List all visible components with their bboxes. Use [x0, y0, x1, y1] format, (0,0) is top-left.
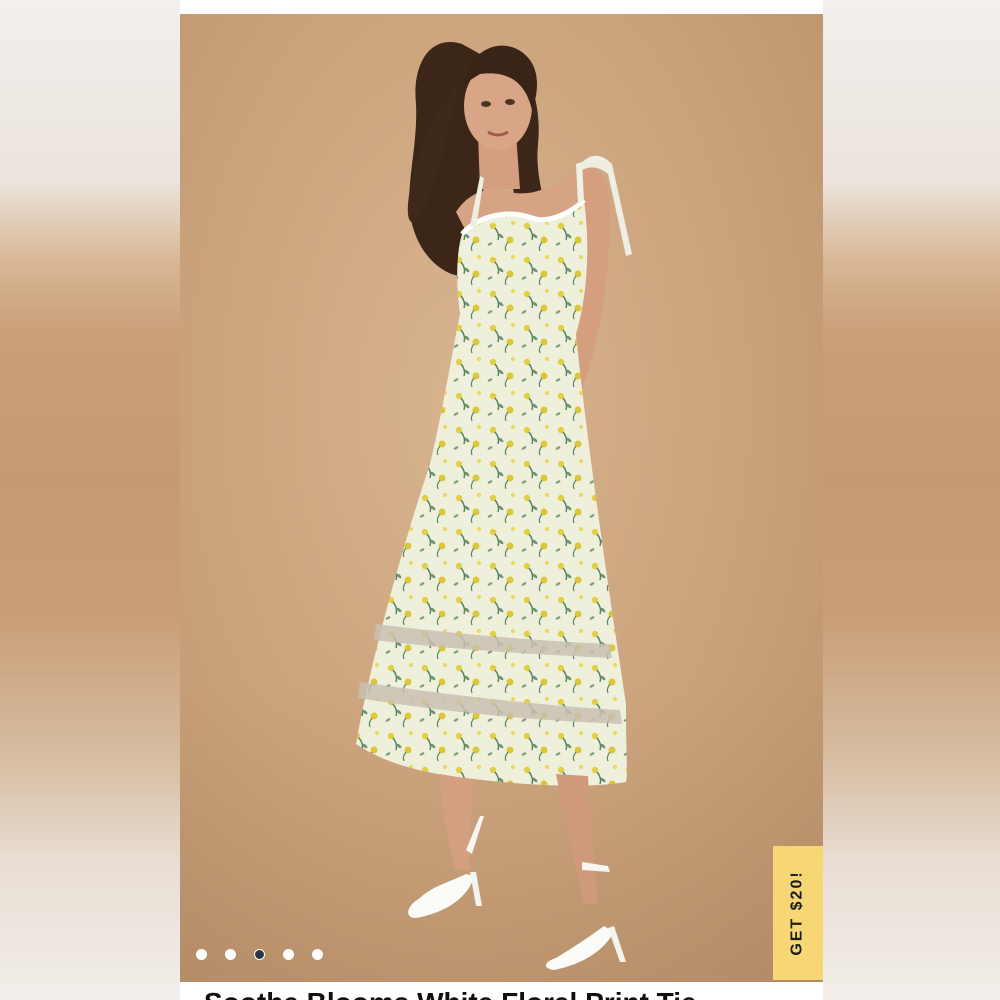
carousel-dot[interactable]	[196, 949, 207, 960]
carousel-dots	[196, 949, 323, 960]
model-illustration	[356, 42, 632, 970]
blurred-background-right	[823, 0, 1000, 1000]
carousel-dot-active[interactable]	[254, 949, 265, 960]
product-title: Soothe Blooms White Floral Print Tie-	[204, 989, 706, 1000]
header-strip	[180, 0, 823, 14]
blurred-background-left	[0, 0, 180, 1000]
product-image[interactable]	[180, 14, 823, 982]
carousel-dot[interactable]	[312, 949, 323, 960]
title-strip: Soothe Blooms White Floral Print Tie-	[180, 982, 823, 1000]
promo-label: GET $20!	[789, 870, 807, 956]
promo-tab[interactable]: GET $20!	[773, 846, 823, 980]
carousel-dot[interactable]	[283, 949, 294, 960]
carousel-dot[interactable]	[225, 949, 236, 960]
